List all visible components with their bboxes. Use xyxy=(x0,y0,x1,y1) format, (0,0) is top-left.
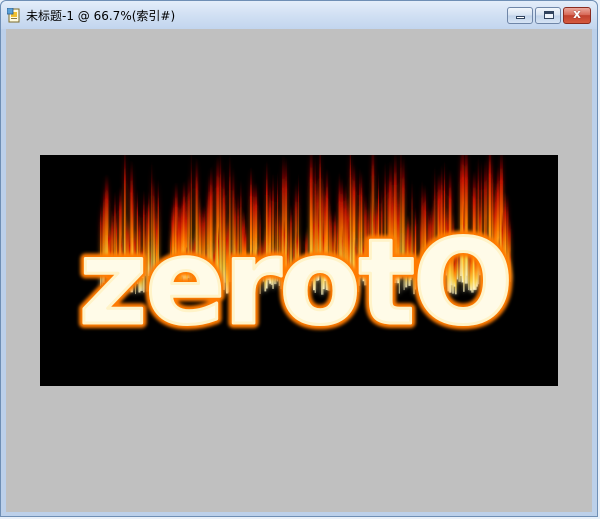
close-icon: x xyxy=(573,7,581,21)
document-image-icon xyxy=(7,8,20,23)
minimize-button[interactable] xyxy=(507,7,533,24)
title-bar[interactable]: 未标题-1 @ 66.7%(索引#) x xyxy=(1,1,597,29)
fire-text-artwork: zerotO zerotO xyxy=(74,155,518,356)
document-window: 未标题-1 @ 66.7%(索引#) x zerotO zerotO xyxy=(0,0,598,517)
restore-icon xyxy=(544,11,554,19)
close-button[interactable]: x xyxy=(563,7,591,24)
minimize-icon xyxy=(516,16,525,19)
canvas-workspace[interactable]: zerotO zerotO xyxy=(6,29,592,512)
canvas-text: zerotO xyxy=(79,213,512,351)
image-canvas[interactable]: zerotO zerotO xyxy=(40,155,558,386)
restore-button[interactable] xyxy=(535,7,561,24)
window-title: 未标题-1 @ 66.7%(索引#) xyxy=(26,9,176,23)
